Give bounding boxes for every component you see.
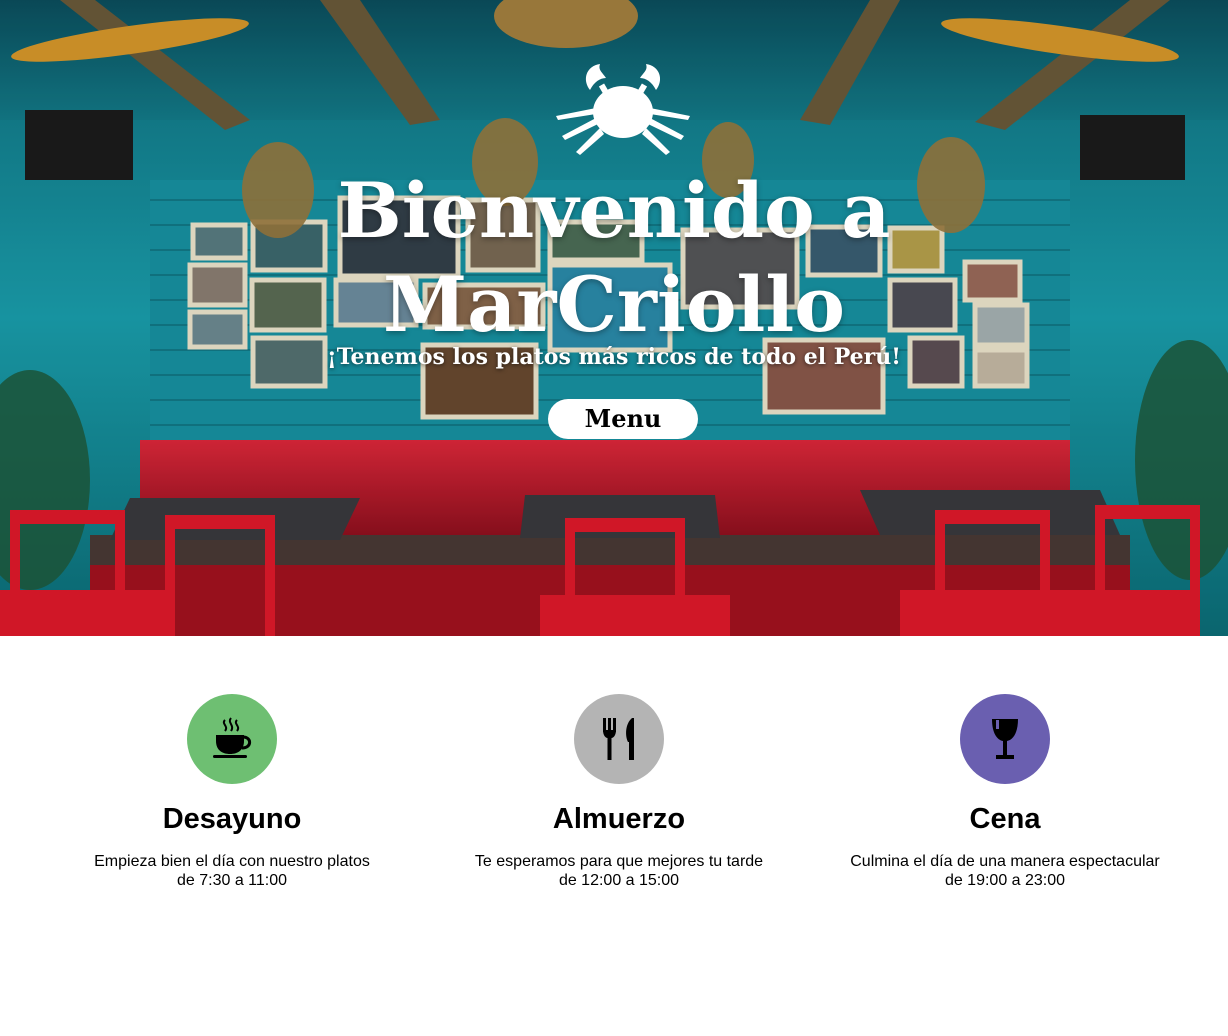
hero-title: Bienvenido a MarCriollo: [337, 166, 891, 349]
hero-content: Bienvenido a MarCriollo ¡Tenemos los pla…: [0, 0, 1228, 636]
service-cena: Cena Culmina el día de una manera espect…: [840, 694, 1170, 890]
service-hours: de 7:30 a 11:00: [176, 872, 288, 889]
service-hours: de 19:00 a 23:00: [944, 872, 1066, 889]
service-desayuno: Desayuno Empieza bien el día con nuestro…: [67, 694, 397, 890]
service-description: Te esperamos para que mejores tu tarde d…: [454, 852, 784, 890]
wine-glass-icon: [992, 719, 1018, 759]
service-icon-circle: [960, 694, 1050, 784]
meal-services-section: Desayuno Empieza bien el día con nuestro…: [0, 636, 1228, 1036]
menu-button[interactable]: Menu: [548, 399, 698, 439]
coffee-cup-icon: [213, 717, 252, 758]
service-description-text: Culmina el día de una manera espectacula…: [850, 853, 1160, 870]
crab-icon: [556, 64, 690, 155]
service-description: Culmina el día de una manera espectacula…: [840, 852, 1170, 890]
hero-subtitle: ¡Tenemos los platos más ricos de todo el…: [327, 344, 901, 370]
service-icon-circle: [574, 694, 664, 784]
hero-section: Bienvenido a MarCriollo ¡Tenemos los pla…: [0, 0, 1228, 636]
service-title: Cena: [969, 803, 1041, 835]
service-description: Empieza bien el día con nuestro platos d…: [67, 852, 397, 890]
service-almuerzo: Almuerzo Te esperamos para que mejores t…: [454, 694, 784, 890]
service-icon-circle: [187, 694, 277, 784]
service-description-text: Te esperamos para que mejores tu tarde: [474, 853, 764, 870]
fork-knife-icon: [603, 718, 634, 760]
service-title: Almuerzo: [552, 803, 686, 835]
service-title: Desayuno: [162, 803, 302, 835]
service-hours: de 12:00 a 15:00: [558, 872, 680, 889]
service-description-text: Empieza bien el día con nuestro platos: [94, 853, 370, 870]
